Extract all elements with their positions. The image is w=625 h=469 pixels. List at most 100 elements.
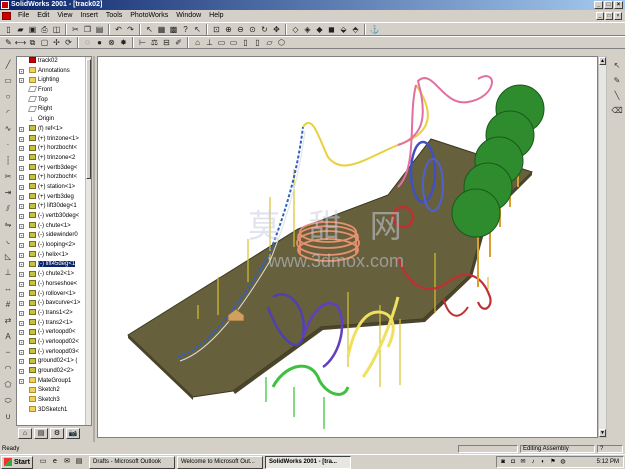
right-icon[interactable]: ▯ — [252, 37, 263, 48]
smart-dimension-icon[interactable]: ⟷ — [15, 37, 26, 48]
menu-file[interactable]: File — [14, 10, 33, 22]
tree-item[interactable]: + (+) lift30deg<1 — [17, 202, 91, 212]
property-manager-tab[interactable]: ▤ — [34, 428, 48, 439]
view-anchor-icon[interactable]: ⚓ — [369, 24, 380, 35]
hide-icon[interactable]: ◌ — [82, 37, 93, 48]
mirror-icon[interactable]: ⇋ — [2, 220, 14, 230]
section-icon[interactable]: ⬘ — [350, 24, 361, 35]
tray-icon-5[interactable]: ◐ — [539, 458, 547, 466]
help-icon[interactable]: ? — [180, 24, 191, 35]
tree-item[interactable]: + (-) rollover<1> — [17, 289, 91, 300]
tree-item[interactable]: + (-) vertb30deg< — [17, 212, 91, 222]
expand-icon[interactable]: + — [19, 262, 24, 268]
expand-icon[interactable]: + — [19, 155, 24, 161]
circle-icon[interactable]: ○ — [2, 92, 14, 102]
insert-component-icon[interactable]: ▢ — [39, 37, 50, 48]
start-button[interactable]: Start — [1, 455, 33, 469]
fillet-icon[interactable]: ◟ — [2, 236, 14, 246]
expand-icon[interactable]: + — [19, 243, 24, 249]
explorer-icon[interactable]: ▤ — [74, 457, 84, 467]
hidden-removed-icon[interactable]: ◆ — [314, 24, 325, 35]
expand-icon[interactable]: + — [19, 369, 24, 374]
expand-icon[interactable]: + — [19, 272, 24, 278]
model-canvas[interactable]: 莫 甜 网 www.3dmox.com — [98, 57, 598, 438]
measure-icon[interactable]: ⊢ — [137, 37, 148, 48]
explode-icon[interactable]: ✸ — [118, 37, 129, 48]
normal-to-icon[interactable]: ⊥ — [204, 37, 215, 48]
photoworks-tab[interactable]: 📷 — [66, 428, 80, 439]
task-outlook-drafts[interactable]: Drafts - Microsoft Outlook — [89, 455, 175, 469]
tree-item[interactable]: Front — [17, 86, 91, 96]
extend-icon[interactable]: ⇥ — [2, 188, 14, 198]
zoom-fit-icon[interactable]: ⊡ — [211, 24, 222, 35]
tree-item[interactable]: + (-) helix<1> — [17, 251, 91, 261]
menu-edit[interactable]: Edit — [33, 10, 53, 22]
front-icon[interactable]: ▭ — [216, 37, 227, 48]
tray-icon-6[interactable]: ⚑ — [549, 458, 557, 466]
hidden-lines-icon[interactable]: ◈ — [302, 24, 313, 35]
options-icon[interactable]: ▩ — [168, 24, 179, 35]
expand-icon[interactable]: + — [19, 68, 24, 74]
tree-item[interactable]: 3DSketch1 — [17, 406, 91, 416]
close-button[interactable]: × — [614, 1, 623, 9]
view-orientation-icon[interactable]: ⌂ — [192, 37, 203, 48]
offset-icon[interactable]: ⫽ — [2, 204, 14, 214]
zoom-window-icon[interactable]: ⊕ — [223, 24, 234, 35]
open-icon[interactable]: ▰ — [15, 24, 26, 35]
chamfer-icon[interactable]: ◺ — [2, 252, 14, 262]
rebuild-icon[interactable]: ▦ — [156, 24, 167, 35]
tree-item[interactable]: + (-) chute2<1> — [17, 270, 91, 280]
tree-item[interactable]: Sketch3 — [17, 396, 91, 406]
interference-icon[interactable]: ⊗ — [106, 37, 117, 48]
expand-icon[interactable]: + — [19, 214, 24, 219]
tray-icon-1[interactable]: ◙ — [499, 458, 507, 466]
top-icon[interactable]: ▱ — [264, 37, 275, 48]
expand-icon[interactable]: + — [19, 291, 24, 297]
expand-icon[interactable]: + — [19, 252, 24, 258]
expand-icon[interactable]: + — [19, 146, 24, 152]
whats-this-icon[interactable]: ↖ — [192, 24, 203, 35]
menu-help[interactable]: Help — [205, 10, 227, 22]
text-icon[interactable]: A — [2, 332, 14, 342]
paste-icon[interactable]: ▤ — [94, 24, 105, 35]
expand-icon[interactable]: + — [19, 281, 24, 287]
tree-item[interactable]: + (+) vertb3deg — [17, 193, 91, 203]
expand-icon[interactable]: + — [19, 330, 24, 336]
task-outlook-welcome[interactable]: Welcome to Microsoft Out... — [177, 455, 263, 469]
expand-icon[interactable]: + — [19, 204, 24, 210]
menu-insert[interactable]: Insert — [76, 10, 102, 22]
parabola-icon[interactable]: ∪ — [2, 412, 14, 422]
task-solidworks[interactable]: SolidWorks 2001 - [tra... — [265, 455, 351, 469]
tree-item[interactable]: + (-) sidewinder0 — [17, 231, 91, 241]
convert-icon[interactable]: ⇄ — [2, 316, 14, 326]
zoom-in-out-icon[interactable]: ⊖ — [235, 24, 246, 35]
tray-icon-7[interactable]: ◍ — [559, 458, 567, 466]
maximize-button[interactable]: □ — [604, 1, 613, 9]
sketch-line-icon[interactable]: ╱ — [2, 60, 14, 70]
pan-icon[interactable]: ✥ — [271, 24, 282, 35]
tree-item[interactable]: + (-) bavcurve<1> — [17, 299, 91, 309]
expand-icon[interactable]: + — [19, 349, 24, 355]
edit-part-icon[interactable]: ✐ — [173, 37, 184, 48]
expand-icon[interactable]: + — [19, 310, 24, 316]
construction-icon[interactable]: ┈ — [2, 348, 14, 358]
grid-icon[interactable]: # — [2, 300, 14, 310]
expand-icon[interactable]: + — [19, 184, 24, 190]
tree-item[interactable]: Sketch2 — [17, 386, 91, 396]
expand-icon[interactable]: + — [19, 378, 24, 384]
tree-item[interactable]: + (-) verloopd02< — [17, 338, 91, 348]
graphics-viewport[interactable]: 莫 甜 网 www.3dmox.com — [97, 56, 598, 438]
section-view-icon[interactable]: ⊟ — [161, 37, 172, 48]
tree-item[interactable]: Right — [17, 105, 91, 115]
expand-icon[interactable]: + — [19, 359, 24, 365]
perspective-icon[interactable]: ⬙ — [338, 24, 349, 35]
left-icon[interactable]: ▯ — [240, 37, 251, 48]
undo-icon[interactable]: ↶ — [113, 24, 124, 35]
expand-icon[interactable]: + — [19, 233, 24, 239]
configuration-manager-tab[interactable]: ⚙ — [50, 428, 64, 439]
tree-item[interactable]: track02 — [17, 57, 91, 67]
tree-scrollbar[interactable] — [85, 57, 91, 425]
expand-icon[interactable]: + — [19, 301, 24, 307]
tree-item[interactable]: + (+) horzbocht< — [17, 144, 91, 154]
window-title-bar[interactable]: SolidWorks 2001 - [track02] _ □ × — [0, 0, 625, 10]
